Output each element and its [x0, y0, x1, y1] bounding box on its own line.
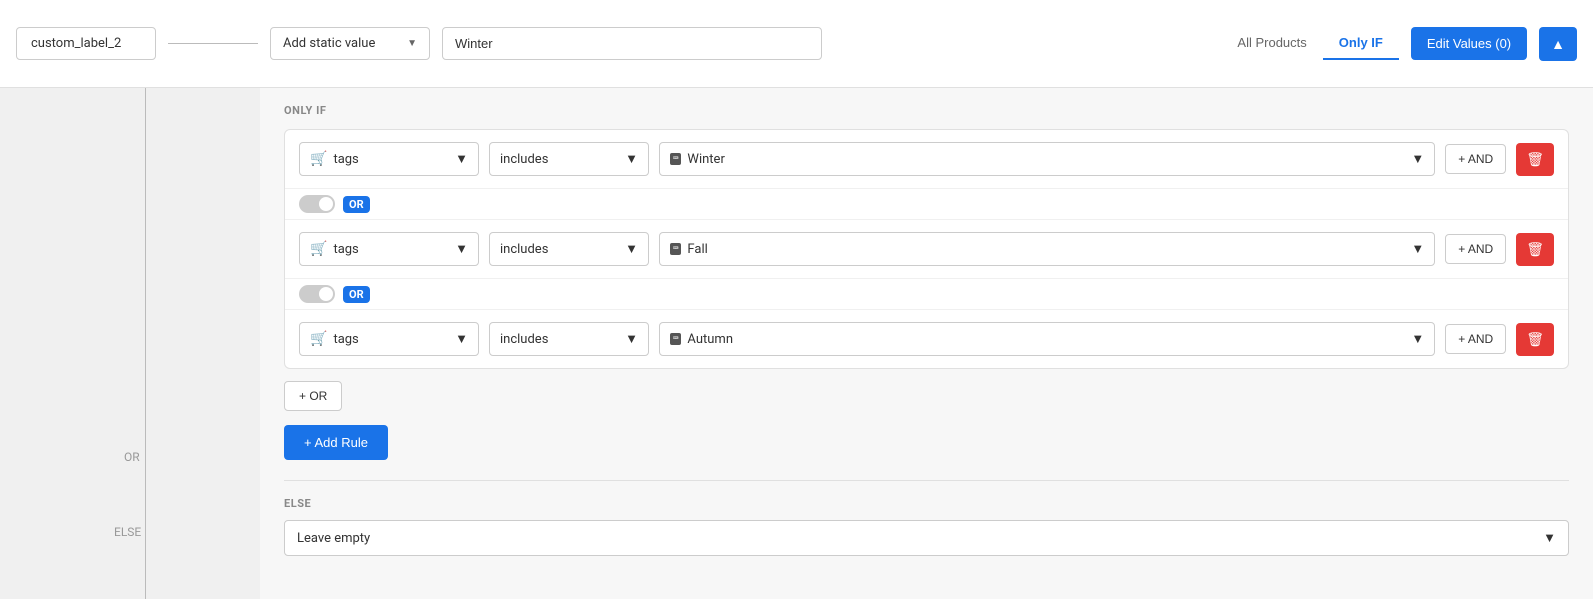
or-badge-2: OR [343, 286, 370, 303]
kbd-icon-1: ⌨ [670, 153, 681, 165]
value-select-2[interactable]: ⌨ Fall ▼ [659, 232, 1435, 266]
tab-all-products[interactable]: All Products [1221, 27, 1322, 60]
delete-button-2[interactable]: 🗑 [1516, 233, 1554, 266]
value-label-1: Winter [687, 152, 724, 167]
chevron-down-icon-field-3: ▼ [455, 331, 468, 347]
leave-empty-dropdown[interactable]: Leave empty ▼ [284, 520, 1569, 556]
chevron-down-icon-val-1: ▼ [1411, 151, 1424, 167]
tab-only-if[interactable]: Only IF [1323, 27, 1399, 60]
field-select-3[interactable]: 🛒 tags ▼ [299, 322, 479, 356]
custom-label: custom_label_2 [16, 27, 156, 60]
add-rule-button[interactable]: + Add Rule [284, 425, 388, 460]
value-label-2: Fall [687, 242, 707, 257]
rule-area: ONLY IF 🛒 tags ▼ includes ▼ [260, 88, 1593, 599]
or-toggle-row-1: OR [285, 189, 1568, 220]
cart-icon-3: 🛒 [310, 331, 327, 347]
field-label-1: tags [333, 152, 358, 167]
value-select-3[interactable]: ⌨ Autumn ▼ [659, 322, 1435, 356]
field-label-3: tags [333, 332, 358, 347]
operator-select-1[interactable]: includes ▼ [489, 142, 649, 176]
add-or-button[interactable]: + OR [284, 381, 342, 411]
rule-row-1: 🛒 tags ▼ includes ▼ ⌨ Winter [285, 130, 1568, 189]
field-label-2: tags [333, 242, 358, 257]
value-select-1[interactable]: ⌨ Winter ▼ [659, 142, 1435, 176]
chevron-down-icon-field-2: ▼ [455, 241, 468, 257]
chevron-down-icon-val-2: ▼ [1411, 241, 1424, 257]
toggle-track-2 [299, 285, 335, 303]
operator-label-3: includes [500, 332, 548, 347]
or-toggle-2[interactable] [299, 285, 335, 303]
else-section: ELSE Leave empty ▼ [284, 480, 1569, 556]
kbd-icon-2: ⌨ [670, 243, 681, 255]
else-section-label: ELSE [284, 497, 1569, 510]
toggle-track-1 [299, 195, 335, 213]
tab-group: All Products Only IF [1221, 27, 1398, 60]
delete-button-1[interactable]: 🗑 [1516, 143, 1554, 176]
cart-icon-1: 🛒 [310, 151, 327, 167]
value-input[interactable] [442, 27, 822, 60]
chevron-down-icon-field-1: ▼ [455, 151, 468, 167]
delete-button-3[interactable]: 🗑 [1516, 323, 1554, 356]
toggle-thumb-2 [319, 287, 333, 301]
or-badge-1: OR [343, 196, 370, 213]
else-label: ELSE [110, 523, 145, 541]
rule-block: 🛒 tags ▼ includes ▼ ⌨ Winter [284, 129, 1569, 369]
collapse-button[interactable]: ▲ [1539, 27, 1577, 61]
or-toggle-row-2: OR [285, 279, 1568, 310]
chevron-down-icon-op-2: ▼ [625, 241, 638, 257]
only-if-label: ONLY IF [284, 104, 1569, 117]
and-button-3[interactable]: + AND [1445, 324, 1506, 354]
value-label-3: Autumn [687, 332, 733, 347]
chevron-down-icon-op-1: ▼ [625, 151, 638, 167]
and-button-1[interactable]: + AND [1445, 144, 1506, 174]
add-static-value-dropdown[interactable]: Add static value ▼ [270, 27, 430, 60]
field-select-1[interactable]: 🛒 tags ▼ [299, 142, 479, 176]
edit-values-button[interactable]: Edit Values (0) [1411, 27, 1527, 60]
up-arrow-icon: ▲ [1551, 36, 1565, 52]
or-label: OR [120, 448, 144, 466]
trash-icon-1: 🗑 [1526, 151, 1544, 168]
operator-select-3[interactable]: includes ▼ [489, 322, 649, 356]
kbd-icon-3: ⌨ [670, 333, 681, 345]
trash-icon-3: 🗑 [1526, 331, 1544, 348]
field-select-2[interactable]: 🛒 tags ▼ [299, 232, 479, 266]
toggle-thumb-1 [319, 197, 333, 211]
trash-icon-2: 🗑 [1526, 241, 1544, 258]
connector [168, 43, 258, 44]
chevron-down-icon-val-3: ▼ [1411, 331, 1424, 347]
operator-label-2: includes [500, 242, 548, 257]
chevron-down-icon-op-3: ▼ [625, 331, 638, 347]
operator-select-2[interactable]: includes ▼ [489, 232, 649, 266]
leave-empty-label: Leave empty [297, 531, 370, 546]
add-static-value-label: Add static value [283, 36, 375, 51]
chevron-down-icon-else: ▼ [1543, 530, 1556, 546]
chevron-down-icon: ▼ [407, 38, 417, 49]
operator-label-1: includes [500, 152, 548, 167]
and-button-2[interactable]: + AND [1445, 234, 1506, 264]
rule-row-2: 🛒 tags ▼ includes ▼ ⌨ Fall [285, 220, 1568, 279]
rule-row-3: 🛒 tags ▼ includes ▼ ⌨ Autumn [285, 310, 1568, 368]
left-sidebar: OR ELSE [0, 88, 260, 599]
or-toggle-1[interactable] [299, 195, 335, 213]
cart-icon-2: 🛒 [310, 241, 327, 257]
